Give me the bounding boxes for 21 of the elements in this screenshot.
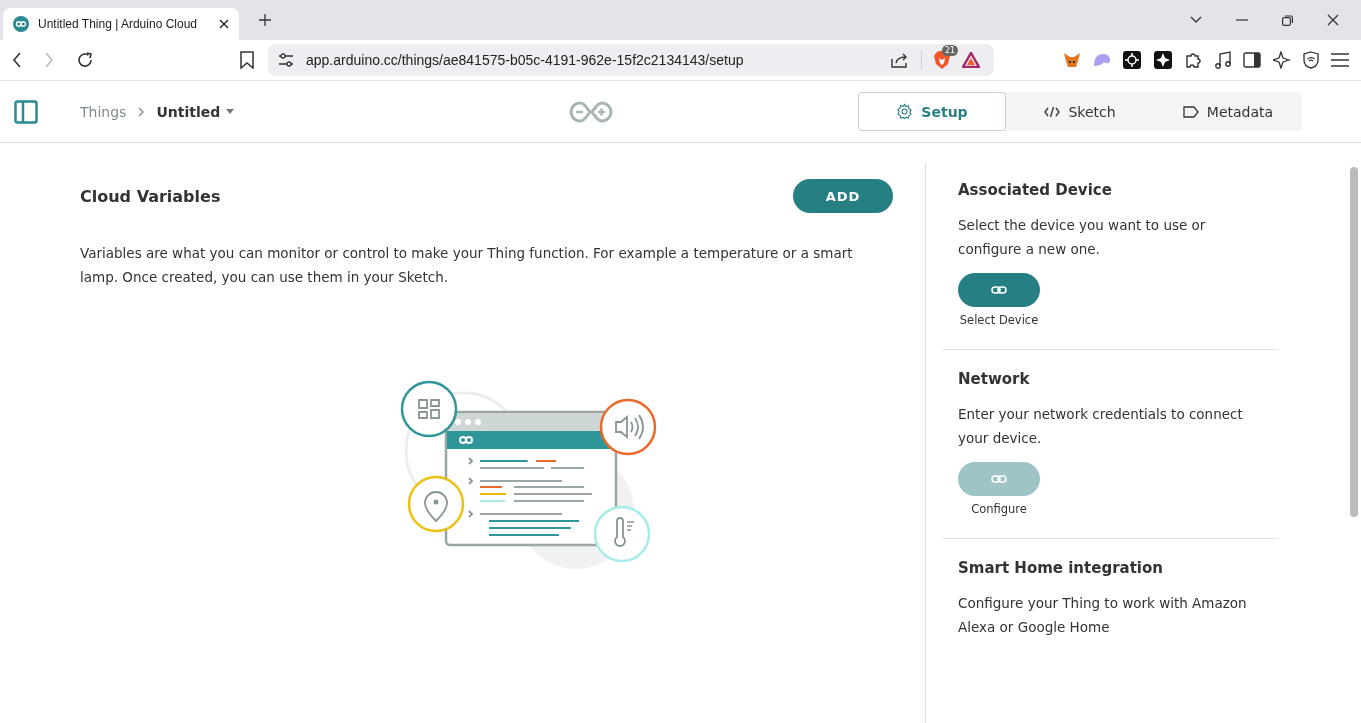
section-title: Cloud Variables — [80, 186, 221, 206]
panel-description: Select the device you want to use or configure a new one. — [958, 216, 1207, 259]
tab-title: Untitled Thing | Arduino Cloud — [38, 17, 198, 31]
tab[interactable]: Setup — [858, 92, 1006, 131]
breadcrumb-link[interactable]: Things — [80, 103, 127, 120]
url-text: app.arduino.cc/things/ae841575-b05c-4191-962e-15f2c2134143/setup — [306, 52, 744, 68]
panel-description: Configure your Thing to work with Amazon Alexa or Google Home — [958, 594, 1248, 637]
panel-description: Enter your network credentials to connect your device. — [958, 405, 1244, 448]
address-bar[interactable]: app.arduino.cc/things/ae841575-b05c-4191-962e-15f2c2134143/setup 21 — [268, 44, 994, 76]
tab[interactable]: Sketch — [1006, 92, 1154, 131]
panel-heading: Smart Home integration — [958, 559, 1164, 577]
count-badge: 21 — [942, 45, 959, 56]
button-caption: Select Device — [959, 313, 1039, 327]
button-caption: Configure — [971, 502, 1027, 516]
description-text: Variables are what you can monitor or control to make your Thing function. For example a temperature or a smart lamp. Once created, you can use them in your Sketch. — [80, 244, 854, 287]
thing-name-dropdown[interactable]: Untitled — [156, 103, 235, 120]
browser-tab[interactable]: Untitled Thing | Arduino Cloud — [3, 8, 239, 40]
tab[interactable]: Metadata — [1154, 92, 1302, 131]
panel-heading: Associated Device — [958, 181, 1113, 199]
add-button[interactable]: ADD — [793, 179, 893, 213]
panel-heading: Network — [958, 370, 1031, 388]
